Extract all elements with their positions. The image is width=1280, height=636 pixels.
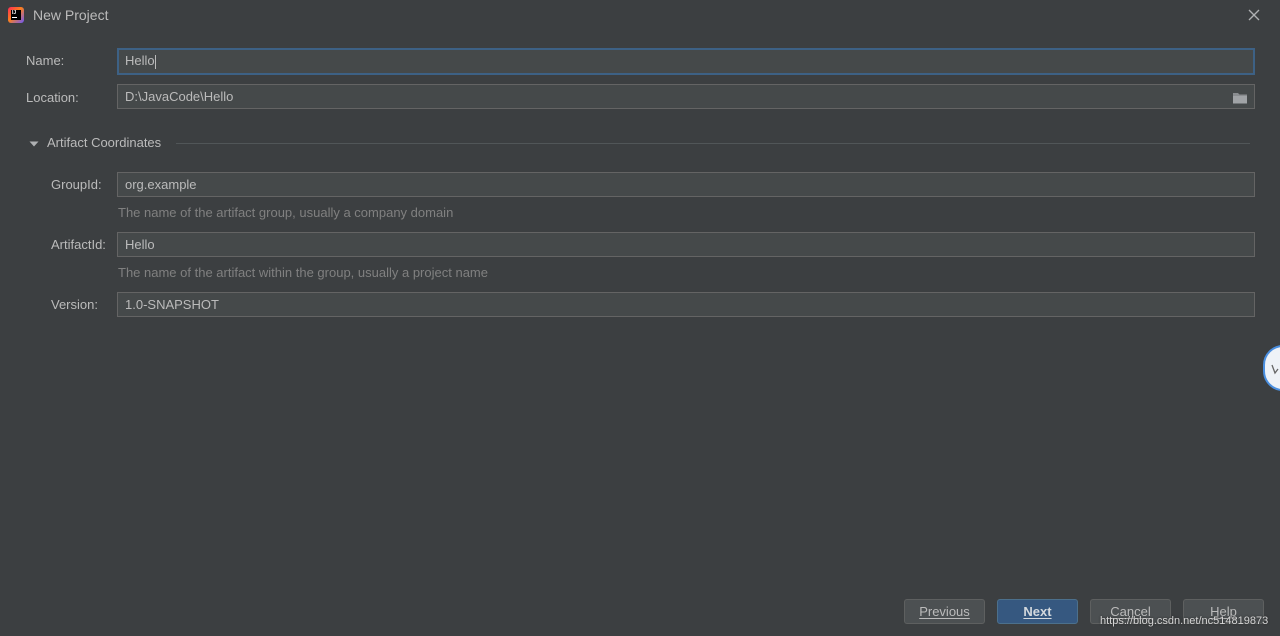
folder-icon[interactable] [1232,91,1248,105]
title-bar: IJ New Project [0,0,1280,31]
artifact-id-label: ArtifactId: [51,237,106,252]
artifact-coordinates-title[interactable]: Artifact Coordinates [47,135,161,151]
name-input[interactable]: Hello [117,48,1255,75]
artifact-id-input[interactable]: Hello [117,232,1255,257]
watermark-url: https://blog.csdn.net/nc514819873 [1100,615,1269,627]
collapse-triangle-icon[interactable] [28,137,40,149]
group-id-label: GroupId: [51,177,102,192]
location-input[interactable]: D:\JavaCode\Hello [117,84,1255,109]
previous-button[interactable]: Previous [904,599,985,624]
group-id-hint: The name of the artifact group, usually … [118,205,454,220]
location-label: Location: [26,90,79,105]
artifact-id-value: Hello [125,237,155,252]
name-value: Hello [125,53,155,68]
name-label: Name: [26,53,65,68]
version-input[interactable]: 1.0-SNAPSHOT [117,292,1255,317]
floating-assistant-badge[interactable] [1263,345,1280,391]
close-icon[interactable] [1244,5,1264,25]
artifact-id-hint: The name of the artifact within the grou… [118,265,488,280]
window-title: New Project [33,7,109,23]
version-value: 1.0-SNAPSHOT [125,297,219,312]
new-project-dialog: IJ New Project Name: Hello Location: D:\… [0,0,1280,636]
group-id-value: org.example [125,177,197,192]
next-button[interactable]: Next [997,599,1078,624]
location-value: D:\JavaCode\Hello [125,89,234,104]
section-divider [176,143,1250,144]
group-id-input[interactable]: org.example [117,172,1255,197]
text-caret [154,54,156,69]
version-label: Version: [51,297,98,312]
intellij-idea-icon: IJ [8,7,24,23]
